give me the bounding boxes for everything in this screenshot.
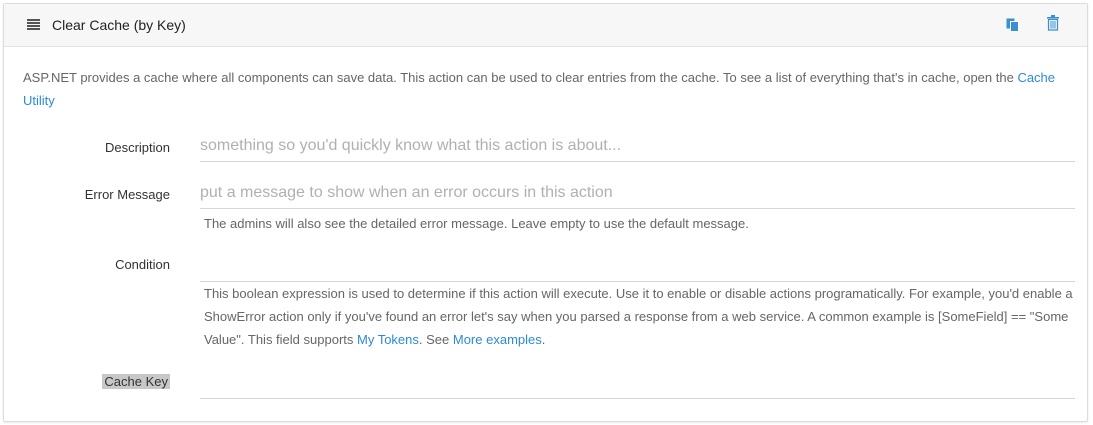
my-tokens-link[interactable]: My Tokens (357, 332, 419, 347)
action-panel: Clear Cache (by Key) ASP.NET provides a … (3, 3, 1088, 422)
condition-label: Condition (115, 257, 170, 272)
intro-text: ASP.NET provides a cache where all compo… (23, 66, 1063, 112)
condition-help-text: This boolean expression is used to deter… (204, 286, 1073, 347)
intro-body: ASP.NET provides a cache where all compo… (23, 70, 1018, 85)
description-label: Description (104, 140, 170, 155)
condition-input[interactable] (200, 251, 1075, 282)
cache-key-input[interactable] (200, 368, 1075, 399)
condition-help-mid: . See (418, 332, 453, 347)
description-input[interactable] (200, 131, 1075, 162)
panel-header: Clear Cache (by Key) (4, 4, 1087, 47)
more-examples-link[interactable]: More examples (453, 332, 542, 347)
drag-handle-icon[interactable] (27, 19, 40, 31)
trash-icon[interactable] (1047, 15, 1059, 31)
condition-help: This boolean expression is used to deter… (204, 282, 1074, 351)
condition-help-end: . (541, 332, 546, 347)
error-message-help: The admins will also see the detailed er… (204, 216, 749, 231)
cache-key-label-text: Cache Key (102, 374, 170, 389)
error-message-label: Error Message (84, 187, 170, 202)
error-message-input[interactable] (200, 178, 1075, 209)
panel-title: Clear Cache (by Key) (52, 17, 186, 33)
cache-key-label: Cache Key (0, 374, 170, 389)
copy-icon[interactable] (1006, 16, 1020, 32)
